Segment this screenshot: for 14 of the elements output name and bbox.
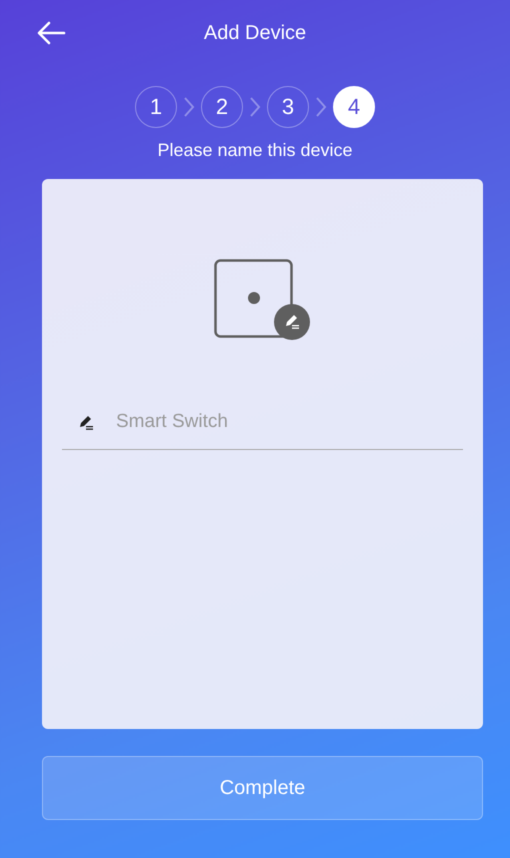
back-button[interactable] xyxy=(36,20,66,46)
screen-title: Add Device xyxy=(204,22,306,44)
step-indicator: 4 xyxy=(333,86,375,128)
step-indicator: 3 xyxy=(267,86,309,128)
device-edit-icon[interactable] xyxy=(214,259,312,341)
chevron-icon xyxy=(183,96,195,118)
chevron-icon xyxy=(249,96,261,118)
back-arrow-icon xyxy=(36,20,66,46)
instruction-text: Please name this device xyxy=(157,140,353,161)
step-indicator: 1 xyxy=(135,86,177,128)
complete-button[interactable]: Complete xyxy=(42,756,483,820)
device-name-field[interactable]: Smart Switch xyxy=(116,411,463,433)
step-indicator: 2 xyxy=(201,86,243,128)
chevron-icon xyxy=(315,96,327,118)
